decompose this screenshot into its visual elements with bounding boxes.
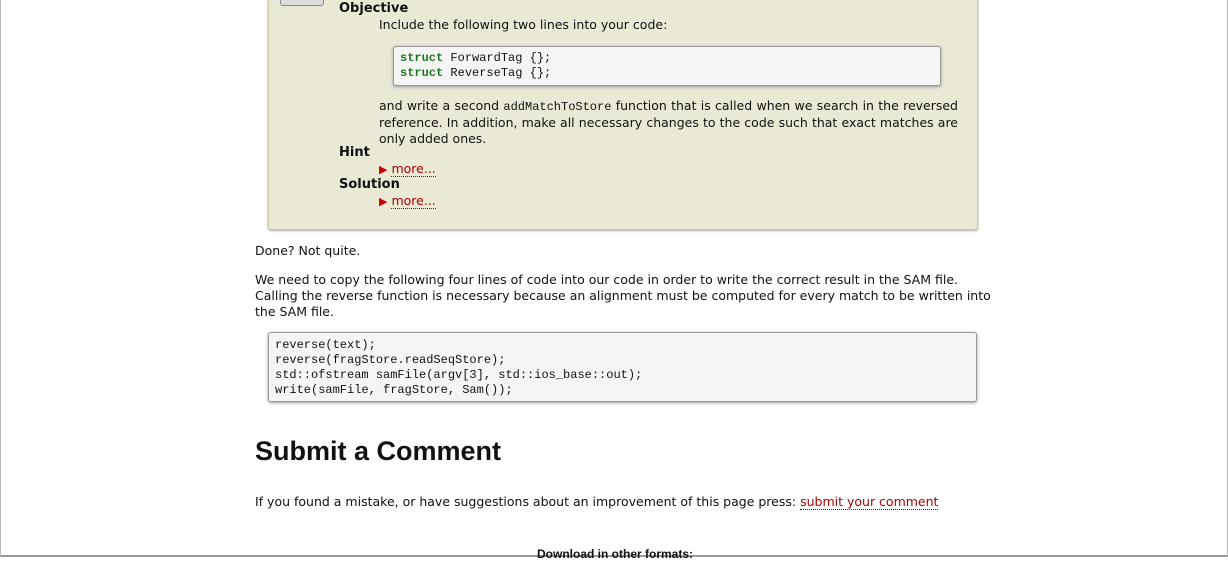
objective-text: and write a second addMatchToStore funct… (379, 98, 958, 147)
code-keyword: struct (400, 51, 444, 65)
hint-more-toggle[interactable]: ▶ more... (379, 161, 436, 177)
code-keyword: struct (400, 66, 444, 80)
objective-label: Objective (339, 1, 409, 16)
solution-more-toggle[interactable]: ▶ more... (379, 193, 436, 209)
download-label: Download in other formats: (537, 547, 693, 561)
code-text: ForwardTag {}; (443, 51, 552, 65)
objective-intro: Include the following two lines into you… (379, 17, 668, 32)
submit-comment-link[interactable]: submit your comment (800, 494, 939, 510)
triangle-right-icon: ▶ (379, 195, 388, 208)
text: If you found a mistake, or have suggesti… (255, 494, 801, 509)
code-block: reverse(text); reverse(fragStore.readSeq… (268, 332, 977, 402)
struct-code-block: struct ForwardTag {}; struct ReverseTag … (393, 46, 941, 86)
done-text: Done? Not quite. (255, 243, 361, 258)
hint-label: Hint (339, 145, 370, 160)
paragraph: We need to copy the following four lines… (255, 272, 991, 319)
text: and write a second (379, 98, 504, 113)
section-heading: Submit a Comment (255, 436, 502, 466)
solution-label: Solution (339, 177, 400, 192)
more-link[interactable]: more... (391, 161, 436, 177)
inline-code: addMatchToStore (503, 100, 612, 114)
exercise-tab-button[interactable] (280, 0, 324, 6)
comment-text: If you found a mistake, or have suggesti… (255, 494, 992, 510)
triangle-right-icon: ▶ (379, 163, 388, 176)
more-link[interactable]: more... (391, 193, 436, 209)
code-text: ReverseTag {}; (443, 66, 552, 80)
